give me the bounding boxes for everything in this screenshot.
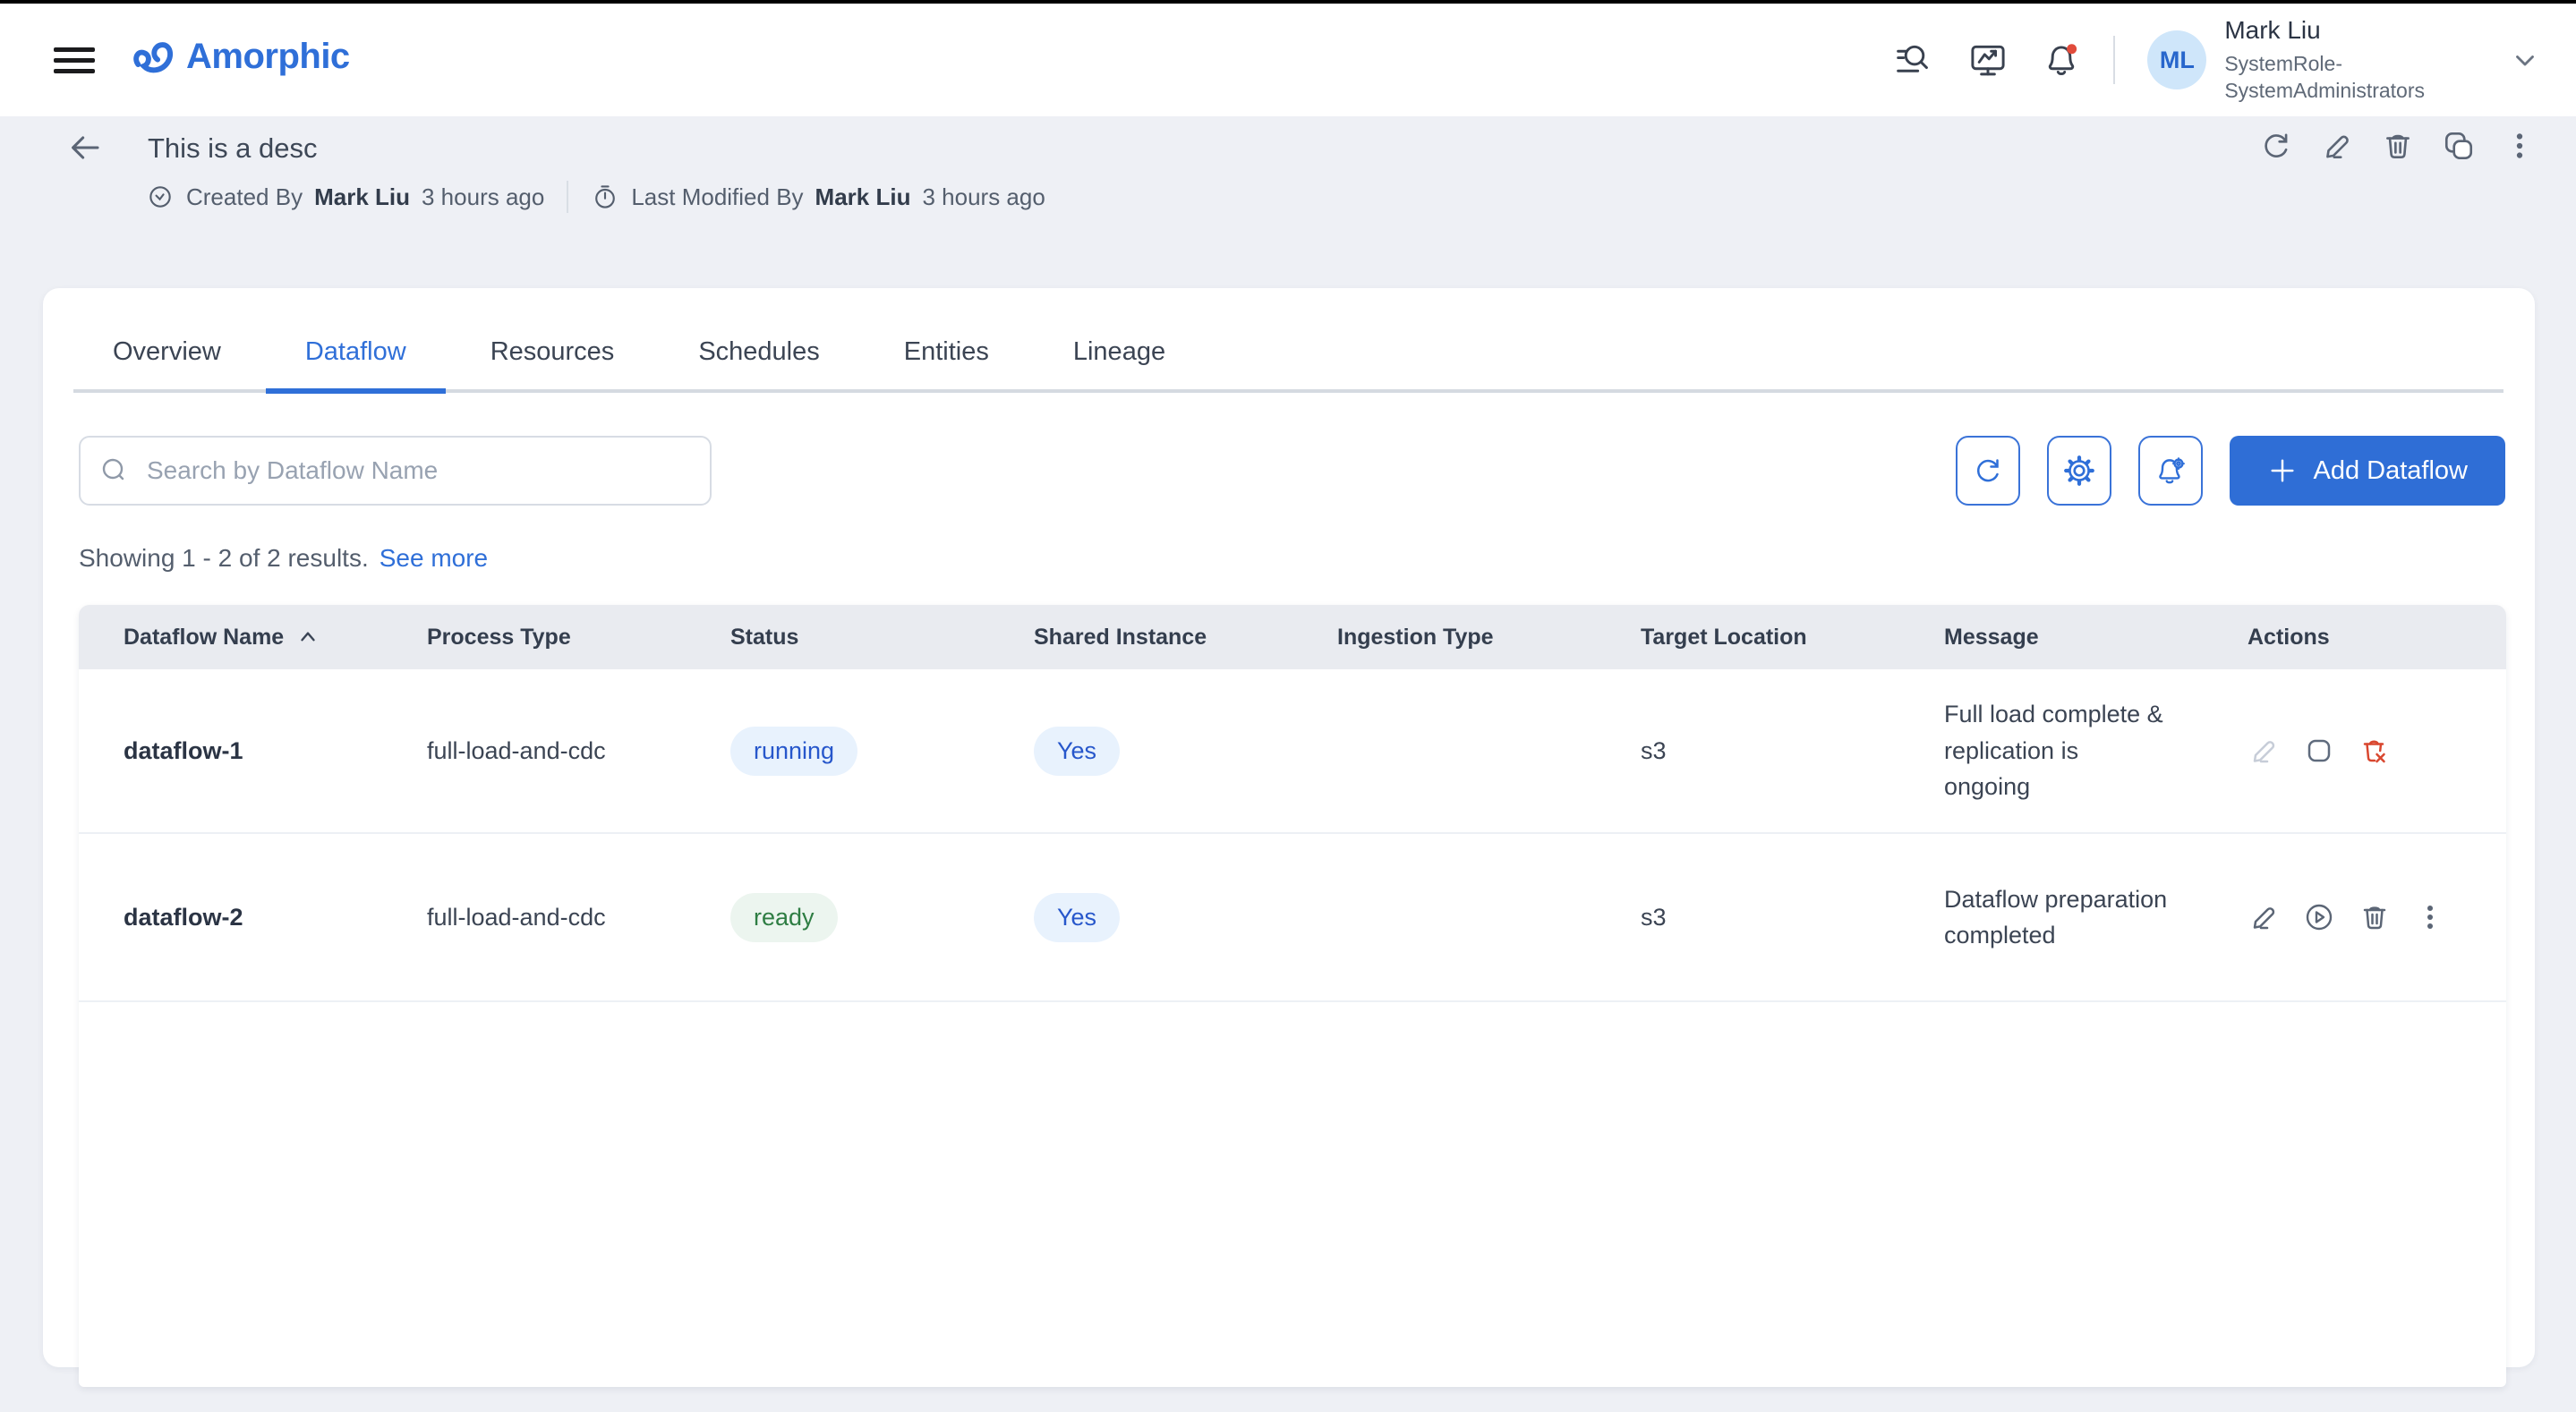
table-row: dataflow-1 full-load-and-cdc running Yes… bbox=[79, 669, 2506, 834]
search-icon bbox=[98, 455, 131, 487]
modified-time: 3 hours ago bbox=[922, 183, 1045, 210]
back-button[interactable] bbox=[66, 129, 104, 166]
refresh-icon[interactable] bbox=[2259, 129, 2293, 163]
shared-instance-cell: Yes bbox=[989, 726, 1292, 776]
plus-icon bbox=[2267, 455, 2298, 486]
more-icon[interactable] bbox=[2503, 129, 2537, 163]
message-cell: Dataflow preparation completed bbox=[1944, 885, 2168, 949]
tab-overview[interactable]: Overview bbox=[73, 315, 260, 389]
table-header-row: Dataflow Name Process Type Status Shared… bbox=[79, 605, 2506, 669]
column-actions: Actions bbox=[2248, 624, 2330, 650]
meta-divider bbox=[567, 181, 569, 213]
column-status: Status bbox=[730, 624, 799, 650]
settings-button[interactable] bbox=[2046, 436, 2111, 506]
stop-icon[interactable] bbox=[2303, 735, 2335, 767]
tab-entities[interactable]: Entities bbox=[865, 315, 1028, 389]
user-role: SystemRole- SystemAdministrators bbox=[2224, 52, 2425, 102]
created-clock-icon bbox=[146, 183, 175, 211]
tab-lineage[interactable]: Lineage bbox=[1034, 315, 1205, 389]
user-name: Mark Liu bbox=[2224, 16, 2321, 44]
delete-icon[interactable] bbox=[2381, 129, 2415, 163]
edit-icon[interactable] bbox=[2320, 129, 2354, 163]
copy-icon[interactable] bbox=[2442, 129, 2476, 163]
status-cell: ready bbox=[686, 892, 989, 942]
shared-instance-cell: Yes bbox=[989, 892, 1292, 942]
column-shared-instance: Shared Instance bbox=[1034, 624, 1207, 650]
delete-icon[interactable] bbox=[2358, 901, 2391, 933]
user-menu[interactable]: ML Mark Liu SystemRole- SystemAdministra… bbox=[2124, 16, 2540, 104]
results-bar: Showing 1 - 2 of 2 results. See more bbox=[79, 544, 488, 573]
shared-instance-badge: Yes bbox=[1034, 726, 1121, 776]
search-box bbox=[79, 436, 712, 506]
app-bar: Amorphic ML Mark Liu SystemRole- SystemA… bbox=[0, 4, 2576, 116]
chevron-down-icon bbox=[2510, 45, 2540, 75]
created-time: 3 hours ago bbox=[422, 183, 545, 210]
more-icon[interactable] bbox=[2414, 901, 2446, 933]
delete-cancel-icon[interactable] bbox=[2358, 735, 2391, 767]
results-count: Showing 1 - 2 of 2 results. bbox=[79, 544, 369, 572]
global-search-icon[interactable] bbox=[1895, 40, 1934, 80]
page-meta: Created By Mark Liu 3 hours ago Last Mod… bbox=[146, 181, 1045, 213]
dataflow-name-cell: dataflow-1 bbox=[124, 736, 243, 764]
status-cell: running bbox=[686, 726, 989, 776]
header-divider bbox=[2113, 36, 2116, 84]
process-type-cell: full-load-and-cdc bbox=[427, 736, 606, 764]
notifications-icon[interactable] bbox=[2042, 40, 2081, 80]
page-title: This is a desc bbox=[148, 132, 318, 164]
monitoring-icon[interactable] bbox=[1968, 40, 2008, 80]
refresh-button[interactable] bbox=[1955, 436, 2020, 506]
page-actions bbox=[2259, 129, 2537, 163]
tab-resources[interactable]: Resources bbox=[451, 315, 654, 389]
alert-settings-button[interactable] bbox=[2137, 436, 2203, 506]
column-process-type: Process Type bbox=[427, 624, 571, 650]
run-icon[interactable] bbox=[2303, 901, 2335, 933]
target-location-cell: s3 bbox=[1641, 903, 1667, 931]
process-type-cell: full-load-and-cdc bbox=[427, 903, 606, 931]
sort-asc-icon bbox=[296, 625, 320, 649]
column-dataflow-name[interactable]: Dataflow Name bbox=[79, 625, 382, 651]
menu-icon[interactable] bbox=[54, 41, 97, 81]
status-badge: ready bbox=[730, 892, 838, 942]
add-dataflow-button[interactable]: Add Dataflow bbox=[2229, 436, 2505, 506]
column-target-location: Target Location bbox=[1641, 624, 1807, 650]
column-ingestion-type: Ingestion Type bbox=[1337, 624, 1494, 650]
column-message: Message bbox=[1944, 624, 2039, 650]
modified-stopwatch-icon bbox=[591, 183, 619, 211]
toolbar: Add Dataflow bbox=[79, 436, 2505, 506]
search-input[interactable] bbox=[145, 455, 692, 486]
table-row: dataflow-2 full-load-and-cdc ready Yes s… bbox=[79, 834, 2506, 1002]
modified-by-user: Mark Liu bbox=[815, 183, 911, 210]
created-by-label: Created By bbox=[186, 183, 303, 210]
dataflow-name-cell: dataflow-2 bbox=[124, 903, 243, 931]
dataflow-table: Dataflow Name Process Type Status Shared… bbox=[79, 605, 2506, 1387]
amorphic-logo-icon bbox=[132, 30, 184, 82]
tab-dataflow[interactable]: Dataflow bbox=[265, 315, 446, 394]
modified-by-label: Last Modified By bbox=[631, 183, 804, 210]
notification-dot bbox=[2067, 44, 2077, 55]
row-actions bbox=[2248, 735, 2506, 767]
edit-icon[interactable] bbox=[2248, 901, 2280, 933]
status-badge: running bbox=[730, 726, 858, 776]
brand-logo[interactable]: Amorphic bbox=[132, 30, 350, 82]
shared-instance-badge: Yes bbox=[1034, 892, 1121, 942]
row-actions bbox=[2248, 901, 2506, 933]
created-by-user: Mark Liu bbox=[314, 183, 410, 210]
see-more-link[interactable]: See more bbox=[380, 544, 488, 573]
tab-bar: Overview Dataflow Resources Schedules En… bbox=[73, 288, 2503, 394]
edit-icon-disabled bbox=[2248, 735, 2280, 767]
message-cell: Full load complete & replication is ongo… bbox=[1944, 701, 2163, 801]
avatar: ML bbox=[2147, 30, 2207, 89]
target-location-cell: s3 bbox=[1641, 736, 1667, 764]
tab-schedules[interactable]: Schedules bbox=[659, 315, 858, 389]
brand-name: Amorphic bbox=[186, 36, 350, 76]
